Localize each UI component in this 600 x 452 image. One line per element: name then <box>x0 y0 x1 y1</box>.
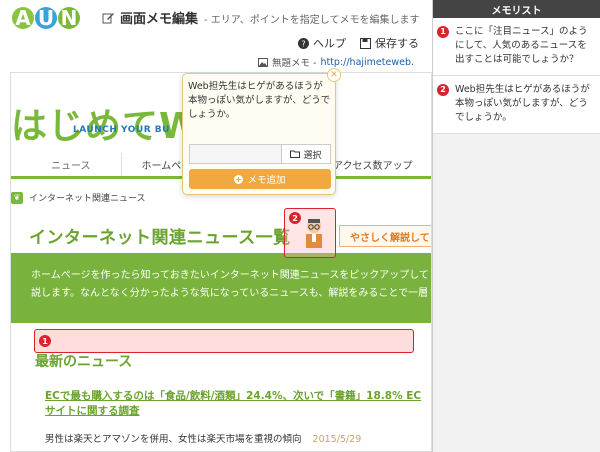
folder-icon <box>290 150 301 158</box>
help-button[interactable]: ? ヘルプ <box>298 35 346 51</box>
leaf-icon: ❦ <box>11 191 23 204</box>
app-header: A U N 画面メモ編集 - エリア、ポイントを指定してメモを編集します ? ヘ… <box>0 0 432 72</box>
image-icon <box>258 57 268 67</box>
news-title-link[interactable]: ECで最も購入するのは「食品/飲料/酒類」24.4%、次いで「書籍」18.8% … <box>45 389 425 419</box>
page-subtitle: - エリア、ポイントを指定してメモを編集します <box>204 15 420 26</box>
add-memo-button[interactable]: メモ追加 <box>189 169 331 189</box>
select-row: 選択 <box>189 144 331 164</box>
easy-explain-badge[interactable]: やさしく解説して <box>339 225 431 247</box>
save-label: 保存する <box>375 37 419 50</box>
memo-list-title: メモリスト <box>433 0 600 18</box>
memo-url-row: 無題メモ - http://hajimeteweb. <box>258 55 414 69</box>
plus-circle-icon <box>234 174 244 184</box>
intro-box: ホームページを作ったら知っておきたいインターネット関連ニュースをピックアップして… <box>11 253 431 323</box>
select-input[interactable] <box>190 145 282 163</box>
site-tagline: LAUNCH YOUR BU <box>73 125 170 135</box>
memo-number-1: 1 <box>437 26 449 38</box>
memo-list-panel: メモリスト 1 ここに「注目ニュース」のようにして、人気のあるニュースを出すこと… <box>432 0 600 452</box>
page-title-area: 画面メモ編集 - エリア、ポイントを指定してメモを編集します <box>102 8 420 27</box>
svg-text:?: ? <box>301 39 305 48</box>
news-subtitle: 男性は楽天とアマゾンを併用、女性は楽天市場を重視の傾向 2015/5/29 <box>45 431 361 445</box>
site-heading: インターネット関連ニュース一覧 <box>29 228 291 248</box>
marker-number-2: 2 <box>289 212 301 224</box>
logo-letter-u: U <box>35 6 57 30</box>
page-title: 画面メモ編集 <box>120 12 199 27</box>
logo-letter-a: A <box>12 6 34 30</box>
memo-list-item[interactable]: 2 Web担先生はヒゲがあるほうが本物っぽい気がしますが、どうでしょうか。 <box>433 76 600 134</box>
save-icon <box>360 37 371 49</box>
memo-text-1: ここに「注目ニュース」のようにして、人気のあるニュースを出すことは可能でしょうか… <box>455 26 588 65</box>
memo-name: 無題メモ - <box>272 58 317 69</box>
header-actions: ? ヘルプ 保存する <box>298 35 419 51</box>
aun-logo[interactable]: A U N <box>12 4 81 32</box>
save-button[interactable]: 保存する <box>360 35 419 51</box>
add-memo-label: メモ追加 <box>247 175 286 186</box>
edit-icon <box>102 13 114 24</box>
memo-list-item[interactable]: 1 ここに「注目ニュース」のようにして、人気のあるニュースを出すことは可能でしょ… <box>433 18 600 76</box>
memo-number-2: 2 <box>437 84 449 96</box>
breadcrumb-label[interactable]: インターネット関連ニュース <box>29 191 146 204</box>
memo-area-marker-1[interactable]: 1 <box>34 329 414 353</box>
memo-text-2: Web担先生はヒゲがあるほうが本物っぽい気がしますが、どうでしょうか。 <box>455 84 590 123</box>
intro-line-2: 説します。なんとなく分かったような気になっているニュースも、解説をみることで一層 <box>31 288 429 299</box>
nav-item-access-up[interactable]: アクセス数アップ <box>333 153 413 176</box>
latest-news-heading: 最新のニュース <box>35 354 133 370</box>
nav-item-news[interactable]: ニュース <box>11 153 122 176</box>
memo-url[interactable]: http://hajimeteweb. <box>320 57 414 68</box>
marker-number-1: 1 <box>39 335 51 347</box>
mascot-avatar-icon <box>306 219 322 248</box>
logo-letter-n: N <box>58 6 80 30</box>
select-button[interactable]: 選択 <box>282 145 330 163</box>
news-sub-text: 男性は楽天とアマゾンを併用、女性は楽天市場を重視の傾向 <box>45 434 302 445</box>
memo-textarea[interactable]: Web担先生はヒゲがあるほうが本物っぽい気がしますが、どうでしょうか。 <box>188 80 332 138</box>
news-date: 2015/5/29 <box>312 434 362 445</box>
select-label: 選択 <box>303 150 322 161</box>
memo-edit-popup: ✕ Web担先生はヒゲがあるほうが本物っぽい気がしますが、どうでしょうか。 選択… <box>182 68 341 195</box>
breadcrumb: ❦ インターネット関連ニュース <box>11 191 146 204</box>
question-icon: ? <box>298 37 309 49</box>
intro-line-1: ホームページを作ったら知っておきたいインターネット関連ニュースをピックアップして <box>31 270 429 281</box>
memo-point-marker-2[interactable]: 2 <box>284 208 336 258</box>
help-label: ヘルプ <box>313 37 346 50</box>
